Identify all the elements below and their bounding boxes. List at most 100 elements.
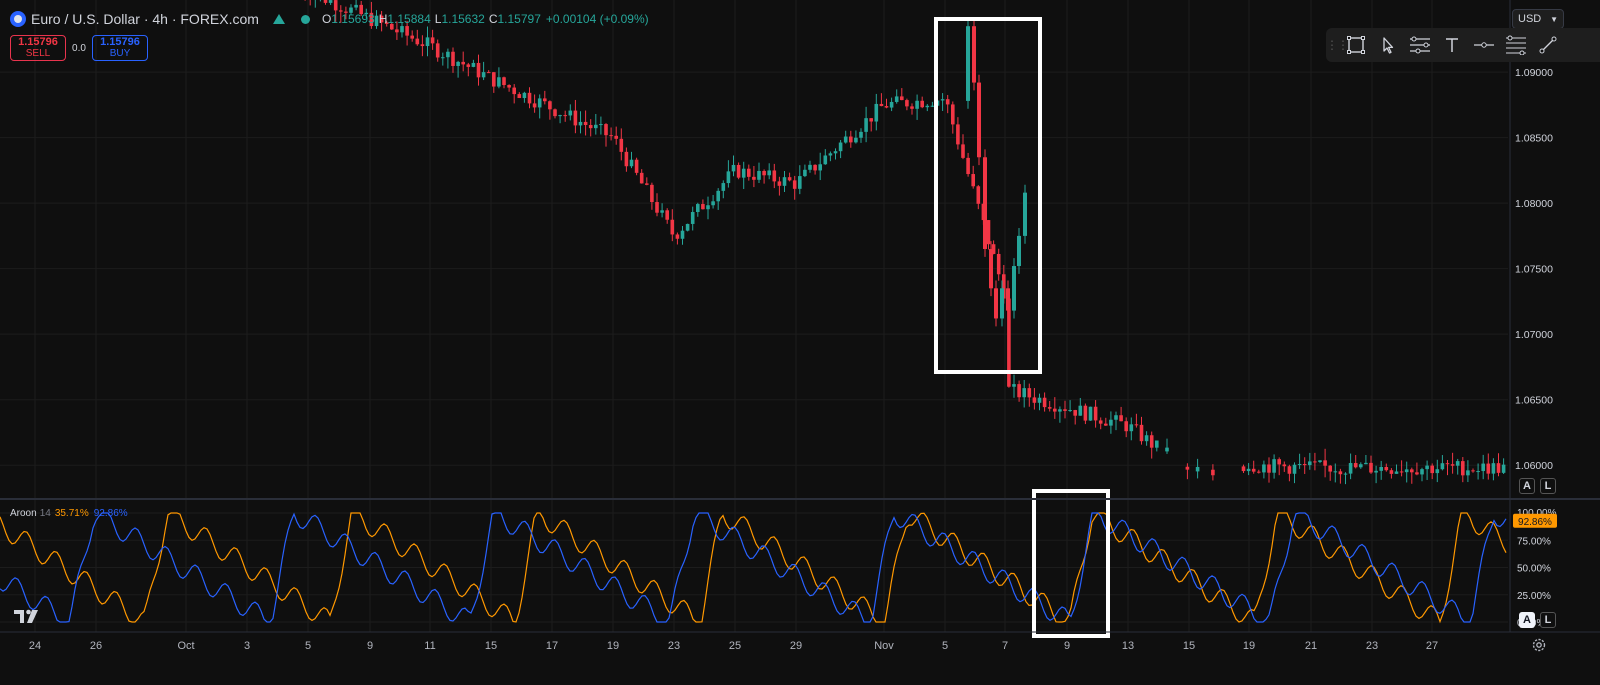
aroon-legend[interactable]: Aroon 14 35.71% 92.86% — [10, 508, 128, 519]
x-tick-label: 7 — [1002, 640, 1008, 652]
candle — [675, 232, 680, 245]
drag-handle-icon[interactable]: ⋮⋮ — [1326, 38, 1349, 52]
candle — [1445, 459, 1450, 476]
x-tick-label: 15 — [485, 640, 497, 652]
buy-price: 1.15796 — [100, 36, 140, 48]
x-tick-label: 9 — [367, 640, 373, 652]
candle — [721, 180, 726, 199]
cursor-tool-button[interactable] — [1372, 30, 1404, 60]
fib-retracement-tool-button[interactable] — [1500, 30, 1532, 60]
x-tick-label: 19 — [607, 640, 619, 652]
candle — [1389, 468, 1394, 479]
candle — [583, 110, 588, 136]
x-tick-label: 27 — [1426, 640, 1438, 652]
candle — [894, 89, 899, 104]
candle — [971, 165, 975, 189]
sell-button[interactable]: 1.15796 SELL — [10, 35, 66, 61]
aroon-scale-label: 75.00% — [1517, 536, 1551, 547]
text-tool-button[interactable] — [1436, 30, 1468, 60]
candle — [665, 208, 669, 224]
candle — [874, 93, 879, 131]
candlestick-series — [304, 0, 1506, 485]
candle — [915, 94, 919, 120]
symbol-title[interactable]: Euro / U.S. Dollar · 4h · FOREX.com — [31, 11, 259, 27]
candle — [1144, 431, 1149, 446]
candle — [309, 0, 311, 6]
candle — [1017, 380, 1021, 402]
candle — [1093, 400, 1098, 428]
x-tick-label: 21 — [1305, 640, 1317, 652]
symbol-legend: Euro / U.S. Dollar · 4h · FOREX.com O 1.1… — [10, 9, 649, 29]
aroon-auto-scale-button[interactable]: A — [1519, 612, 1535, 628]
parallel-channel-tool-button[interactable] — [1404, 30, 1436, 60]
x-tick-label: 26 — [90, 640, 102, 652]
candle — [1440, 455, 1445, 471]
candle — [1134, 413, 1139, 428]
candle — [956, 117, 960, 150]
currency-select[interactable]: USD ▼ — [1512, 9, 1564, 29]
candle — [614, 126, 618, 145]
candle — [461, 51, 465, 72]
candle — [1073, 409, 1077, 425]
aroon-log-scale-button[interactable]: L — [1540, 612, 1556, 628]
candle — [1496, 453, 1501, 477]
live-dot-icon — [300, 14, 310, 24]
candle — [726, 160, 731, 188]
candle — [808, 160, 812, 173]
chart-area[interactable]: 24 26 Oct 3 5 9 11 15 17 19 23 25 29 Nov 5 7 9 13 15 19 21 23… — [0, 0, 1600, 680]
candle — [803, 164, 807, 178]
candle — [527, 87, 532, 109]
candle — [1410, 467, 1414, 484]
candle — [879, 93, 884, 107]
parallel-channel-icon — [1410, 36, 1430, 54]
x-tick-label: 23 — [1366, 640, 1378, 652]
candle — [604, 123, 608, 147]
log-scale-button[interactable]: L — [1540, 478, 1556, 494]
rectangle-tool-button[interactable] — [1340, 30, 1372, 60]
buy-button[interactable]: 1.15796 BUY — [92, 35, 148, 61]
candle — [435, 39, 440, 62]
candle — [1155, 440, 1159, 452]
candle — [1063, 400, 1067, 419]
candle — [532, 94, 537, 113]
candle — [639, 169, 644, 184]
auto-scale-button[interactable]: A — [1519, 478, 1535, 494]
horizontal-ray-tool-button[interactable] — [1468, 30, 1500, 60]
candle — [563, 110, 567, 122]
ohlc-low-label: L — [434, 12, 442, 26]
candle — [1481, 454, 1485, 480]
candle — [1297, 453, 1302, 469]
ohlc-low-value: 1.15632 — [441, 12, 485, 26]
candle — [1037, 393, 1042, 411]
candle — [1027, 383, 1032, 407]
candle — [1399, 460, 1404, 477]
candle — [1338, 468, 1343, 484]
candle — [660, 203, 664, 218]
candle — [989, 241, 993, 297]
candle — [328, 0, 333, 5]
candle — [864, 106, 868, 143]
candle — [548, 100, 552, 120]
candle — [502, 76, 506, 89]
sell-price: 1.15796 — [18, 36, 58, 48]
candle — [476, 54, 481, 86]
candle — [986, 220, 991, 250]
candle — [471, 59, 476, 68]
trendline-tool-button[interactable] — [1532, 30, 1564, 60]
x-tick-label: 19 — [1243, 640, 1255, 652]
ohlc-high-label: H — [378, 12, 388, 26]
x-tick-label: 5 — [942, 640, 948, 652]
chart-canvas[interactable]: 24 26 Oct 3 5 9 11 15 17 19 23 25 29 Nov 5 7 9 13 15 19 21 23… — [0, 0, 1600, 680]
candle — [838, 139, 843, 159]
candle — [588, 119, 593, 137]
ohlc-change: +0.00104 (+0.09%) — [545, 12, 649, 26]
gear-icon[interactable] — [1530, 636, 1548, 654]
candle — [1139, 416, 1144, 445]
candle — [1415, 462, 1419, 476]
candle — [813, 164, 817, 175]
x-tick-label: 3 — [244, 640, 250, 652]
candle — [420, 35, 425, 57]
candle — [1313, 452, 1317, 471]
candle — [736, 162, 741, 180]
tradingview-logo-icon[interactable] — [12, 607, 42, 625]
